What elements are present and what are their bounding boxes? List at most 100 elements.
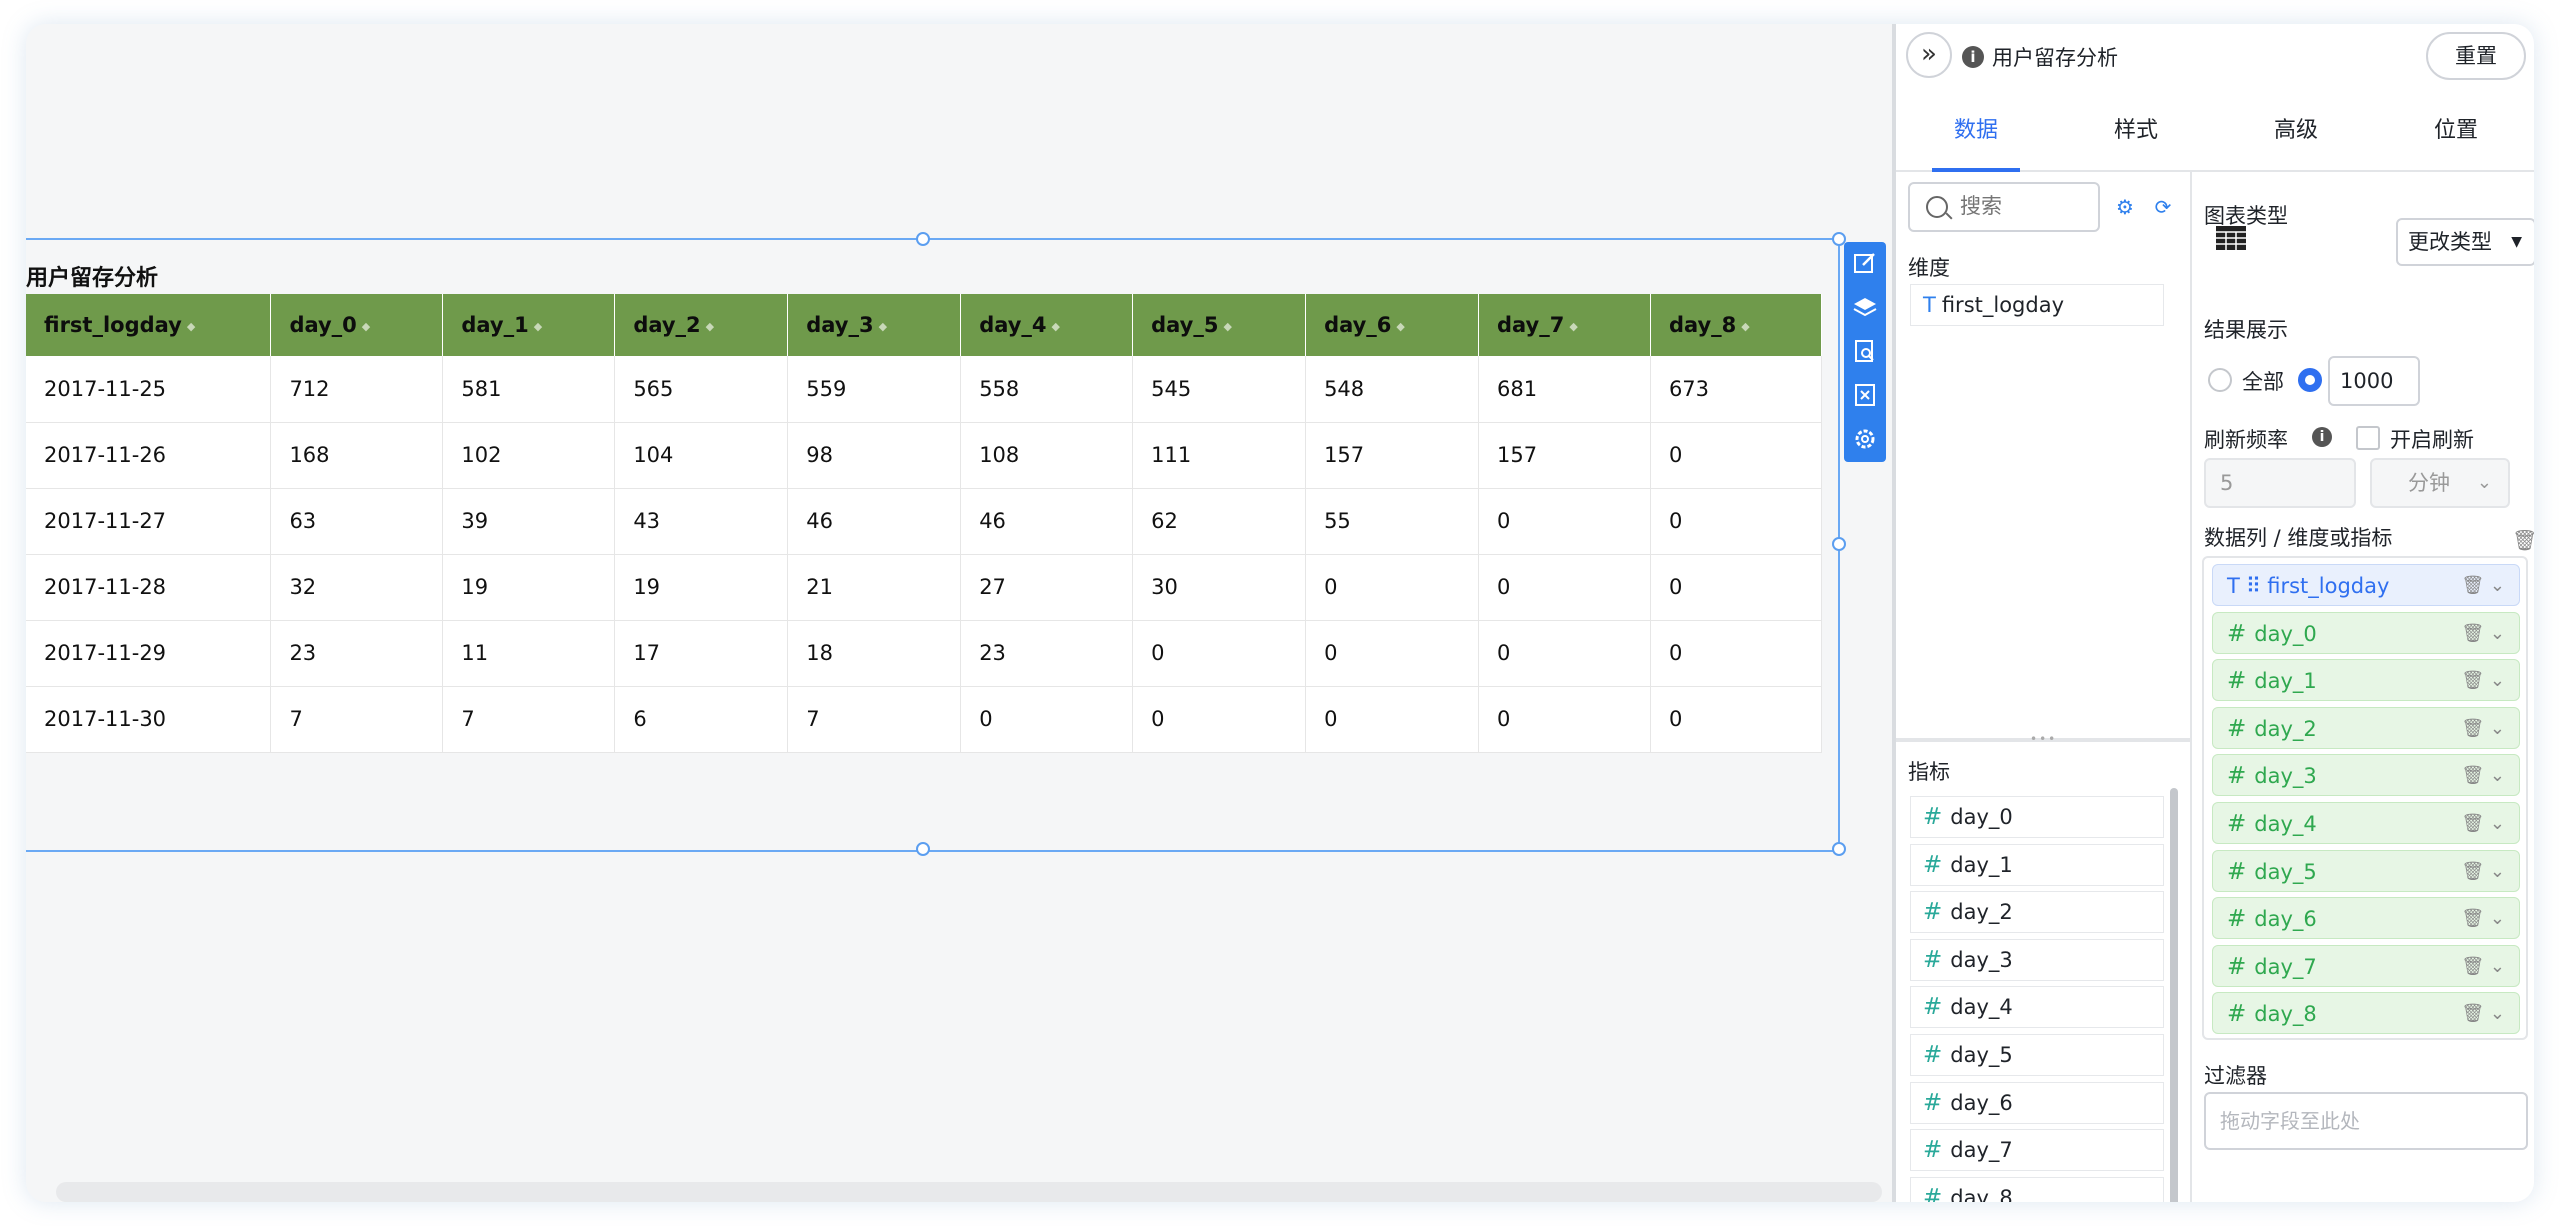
drag-handle-icon[interactable]: ⠿ xyxy=(2246,574,2261,598)
trash-icon[interactable]: 🗑 xyxy=(2461,861,2484,882)
field-search-box[interactable] xyxy=(1908,182,2100,232)
trash-icon[interactable]: 🗑 xyxy=(2461,765,2484,786)
data-column-item[interactable]: # day_2 🗑 ⌄ xyxy=(2212,706,2520,749)
data-column-item[interactable]: # day_3 🗑 ⌄ xyxy=(2212,754,2520,797)
view-data-icon[interactable] xyxy=(1852,338,1878,364)
reset-button[interactable]: 重置 xyxy=(2426,32,2526,80)
edit-icon[interactable] xyxy=(1852,250,1878,276)
data-column-item[interactable]: # day_4 🗑 ⌄ xyxy=(2212,802,2520,844)
canvas-horizontal-scrollbar[interactable] xyxy=(56,1182,1882,1202)
data-column-item[interactable]: # day_8 🗑 ⌄ xyxy=(2212,992,2520,1035)
column-actions: 🗑 ⌄ xyxy=(2461,565,2505,607)
chevron-down-icon[interactable]: ⌄ xyxy=(2490,765,2505,786)
refresh-interval-input[interactable]: 5 xyxy=(2204,458,2356,508)
column-header[interactable]: day_2 ◆ xyxy=(614,294,789,356)
sort-icon[interactable]: ◆ xyxy=(187,320,195,333)
measure-field-item[interactable]: # day_6 xyxy=(1910,1081,2164,1124)
table-widget[interactable]: 用户留存分析 first_logday ◆ day_0 ◆ day_1 ◆ day_2 ◆ da… xyxy=(26,232,1886,856)
dataset-settings-icon[interactable]: ⚙ xyxy=(2114,196,2136,218)
result-limit-input[interactable] xyxy=(2328,356,2420,406)
result-limit-radio[interactable] xyxy=(2298,368,2322,392)
table-cell: 6 xyxy=(614,686,789,753)
sort-icon[interactable]: ◆ xyxy=(706,320,714,333)
tab-position[interactable]: 位置 xyxy=(2376,90,2534,172)
table-chart-icon[interactable] xyxy=(2216,226,2246,250)
change-type-dropdown[interactable]: 更改类型 ▼ xyxy=(2396,218,2534,266)
data-column-item[interactable]: # day_0 🗑 ⌄ xyxy=(2212,611,2520,654)
result-display-label: 结果展示 xyxy=(2204,318,2288,342)
clear-columns-trash-icon[interactable]: 🗑 xyxy=(2512,528,2534,552)
data-column-item[interactable]: T ⠿ first_logday 🗑 ⌄ xyxy=(2212,564,2520,606)
column-header[interactable]: day_5 ◆ xyxy=(1132,294,1307,356)
measure-field-item[interactable]: # day_8 xyxy=(1910,1176,2164,1202)
table-cell: 55 xyxy=(1305,488,1479,555)
measure-field-item[interactable]: # day_2 xyxy=(1910,891,2164,934)
trash-icon[interactable]: 🗑 xyxy=(2461,908,2484,929)
chevron-down-icon[interactable]: ⌄ xyxy=(2490,861,2505,882)
sort-icon[interactable]: ◆ xyxy=(1052,320,1060,333)
dimension-field-item[interactable]: Tfirst_logday xyxy=(1910,284,2164,326)
refresh-icon[interactable]: ⟳ xyxy=(2152,196,2174,218)
tab-style[interactable]: 样式 xyxy=(2056,90,2216,172)
export-excel-icon[interactable] xyxy=(1852,382,1878,408)
measure-field-item[interactable]: # day_7 xyxy=(1910,1129,2164,1172)
column-header[interactable]: first_logday ◆ xyxy=(26,294,272,356)
table-cell: 11 xyxy=(442,620,616,687)
measure-field-item[interactable]: # day_3 xyxy=(1910,938,2164,981)
column-header[interactable]: day_8 ◆ xyxy=(1650,294,1823,356)
measure-field-item[interactable]: # day_5 xyxy=(1910,1034,2164,1076)
measure-field-item[interactable]: # day_4 xyxy=(1910,986,2164,1029)
measure-list-scrollbar[interactable] xyxy=(2170,788,2178,1202)
layers-icon[interactable] xyxy=(1852,294,1878,320)
chevron-down-icon[interactable]: ⌄ xyxy=(2490,623,2505,644)
sort-icon[interactable]: ◆ xyxy=(1569,320,1577,333)
trash-icon[interactable]: 🗑 xyxy=(2461,956,2484,977)
enable-refresh-checkbox[interactable] xyxy=(2356,426,2380,450)
chevron-down-icon[interactable]: ⌄ xyxy=(2490,813,2505,834)
trash-icon[interactable]: 🗑 xyxy=(2461,670,2484,691)
column-header[interactable]: day_7 ◆ xyxy=(1478,294,1651,356)
data-column-item[interactable]: # day_1 🗑 ⌄ xyxy=(2212,659,2520,702)
sort-icon[interactable]: ◆ xyxy=(534,320,542,333)
collapse-panel-button[interactable]: » xyxy=(1906,32,1952,78)
filter-drop-zone[interactable]: 拖动字段至此处 xyxy=(2204,1092,2528,1150)
sort-icon[interactable]: ◆ xyxy=(1223,320,1231,333)
table-cell: 0 xyxy=(1305,554,1479,621)
column-header[interactable]: day_0 ◆ xyxy=(270,294,444,356)
data-column-item[interactable]: # day_6 🗑 ⌄ xyxy=(2212,897,2520,940)
resize-handle-right[interactable] xyxy=(1832,537,1846,551)
column-header[interactable]: day_4 ◆ xyxy=(960,294,1134,356)
measure-field-item[interactable]: # day_0 xyxy=(1910,796,2164,838)
trash-icon[interactable]: 🗑 xyxy=(2461,1003,2484,1024)
trash-icon[interactable]: 🗑 xyxy=(2461,813,2484,834)
chevron-down-icon[interactable]: ⌄ xyxy=(2490,575,2505,596)
resize-handle-bottom-right[interactable] xyxy=(1832,842,1846,856)
chevron-down-icon[interactable]: ⌄ xyxy=(2490,956,2505,977)
column-header[interactable]: day_3 ◆ xyxy=(787,294,962,356)
data-column-item[interactable]: # day_7 🗑 ⌄ xyxy=(2212,944,2520,987)
measure-field-item[interactable]: # day_1 xyxy=(1910,843,2164,886)
chevron-down-icon[interactable]: ⌄ xyxy=(2490,718,2505,739)
tab-advanced[interactable]: 高级 xyxy=(2216,90,2376,172)
table-cell: 18 xyxy=(787,620,962,687)
trash-icon[interactable]: 🗑 xyxy=(2461,623,2484,644)
column-header[interactable]: day_6 ◆ xyxy=(1305,294,1479,356)
chevron-down-icon[interactable]: ⌄ xyxy=(2490,670,2505,691)
column-header[interactable]: day_1 ◆ xyxy=(442,294,616,356)
refresh-unit-select[interactable]: 分钟 ⌄ xyxy=(2370,458,2510,508)
chevron-down-icon[interactable]: ⌄ xyxy=(2490,1003,2505,1024)
trash-icon[interactable]: 🗑 xyxy=(2461,575,2484,596)
search-input[interactable] xyxy=(1960,194,2090,218)
sort-icon[interactable]: ◆ xyxy=(1396,320,1404,333)
sort-icon[interactable]: ◆ xyxy=(362,320,370,333)
result-all-radio[interactable] xyxy=(2208,368,2232,392)
resize-handle-bottom[interactable] xyxy=(916,842,930,856)
sort-icon[interactable]: ◆ xyxy=(879,320,887,333)
trash-icon[interactable]: 🗑 xyxy=(2461,718,2484,739)
data-column-item[interactable]: # day_5 🗑 ⌄ xyxy=(2212,849,2520,892)
settings-icon[interactable] xyxy=(1852,426,1878,452)
resize-handle-top[interactable] xyxy=(916,232,930,246)
tab-data[interactable]: 数据 xyxy=(1896,90,2056,172)
sort-icon[interactable]: ◆ xyxy=(1741,320,1749,333)
chevron-down-icon[interactable]: ⌄ xyxy=(2490,908,2505,929)
